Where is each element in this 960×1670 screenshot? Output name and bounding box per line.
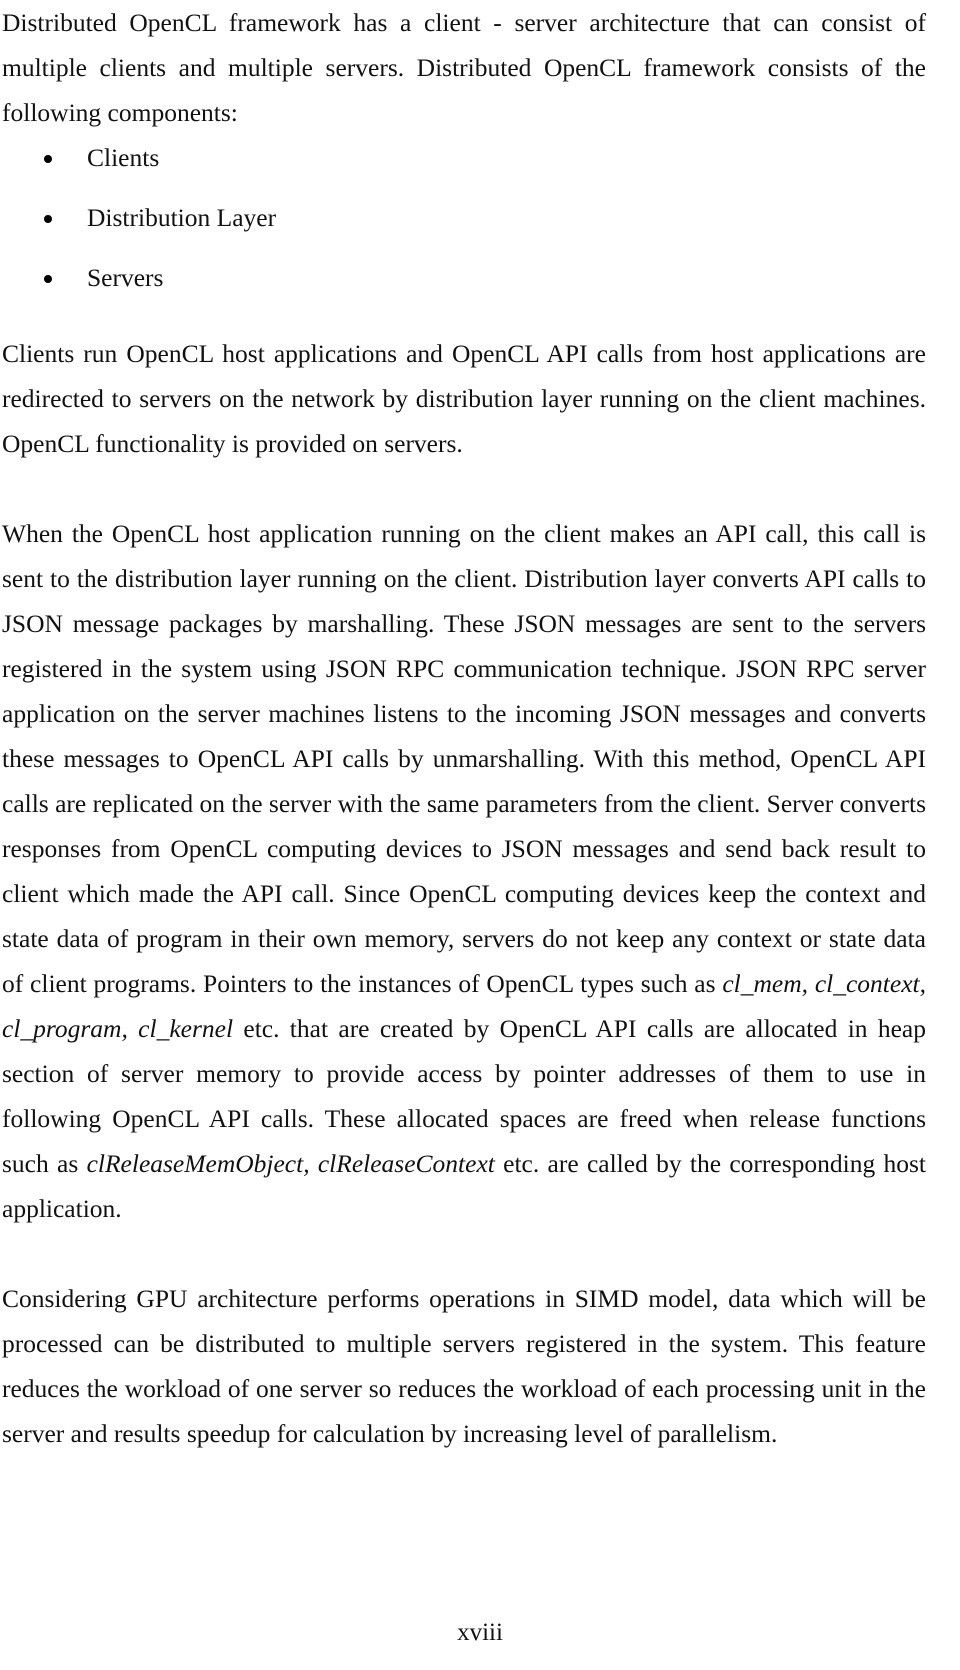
bullet-item-label: Distribution Layer bbox=[87, 203, 277, 232]
paragraph-call-flow: When the OpenCL host application running… bbox=[2, 511, 926, 1231]
list-item: Clients bbox=[2, 135, 926, 195]
page-body-column: Distributed OpenCL framework has a clien… bbox=[2, 0, 926, 1456]
document-page: Distributed OpenCL framework has a clien… bbox=[0, 0, 960, 1670]
page-number: xviii bbox=[457, 1619, 503, 1646]
bullet-icon bbox=[44, 275, 52, 283]
bullet-item-label: Clients bbox=[87, 143, 160, 172]
bullet-icon bbox=[44, 155, 52, 163]
list-item: Servers bbox=[2, 255, 926, 315]
opencl-release-function-names: clReleaseMemObject, clReleaseContext bbox=[86, 1149, 495, 1178]
component-bullet-list: Clients Distribution Layer Servers bbox=[2, 135, 926, 315]
paragraph-intro: Distributed OpenCL framework has a clien… bbox=[2, 8, 926, 127]
paragraph-gpu-simd: Considering GPU architecture performs op… bbox=[2, 1284, 926, 1448]
bullet-item-label: Servers bbox=[87, 263, 164, 292]
call-flow-text-part-1: When the OpenCL host application running… bbox=[2, 519, 926, 998]
paragraph-clients-servers: Clients run OpenCL host applications and… bbox=[2, 339, 926, 458]
bullet-icon bbox=[44, 215, 52, 223]
list-item: Distribution Layer bbox=[2, 195, 926, 255]
